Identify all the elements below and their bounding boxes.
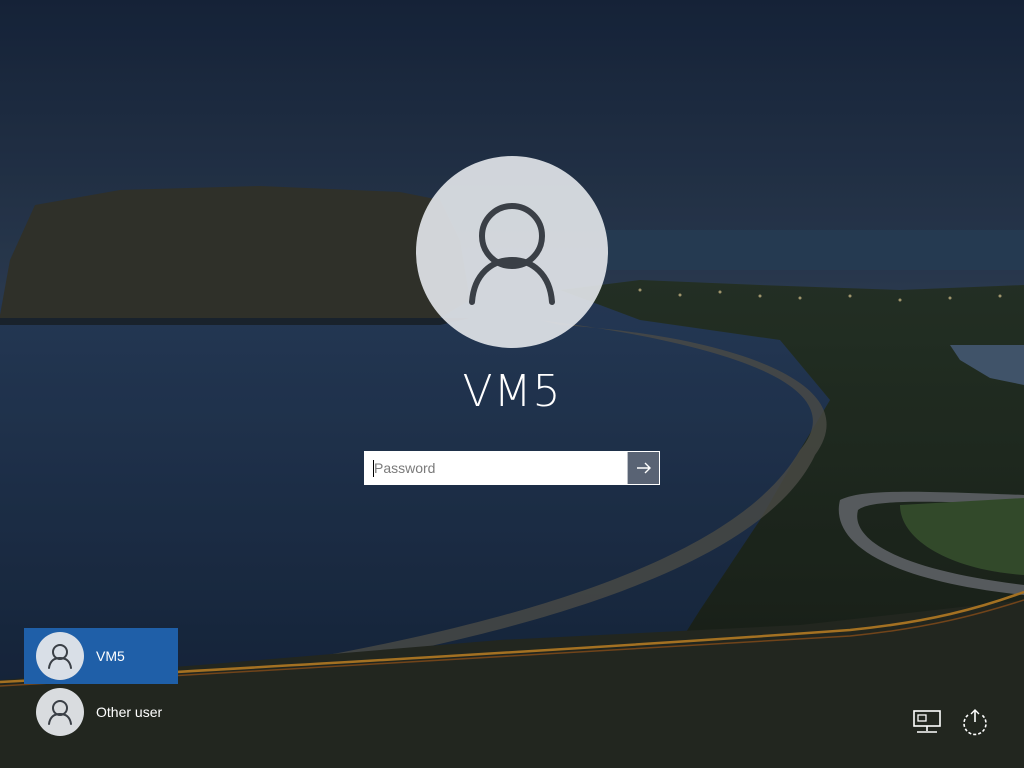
password-field-container — [364, 451, 660, 485]
person-icon — [48, 700, 72, 725]
username-label: VM5 — [462, 366, 562, 417]
user-tile-vm5[interactable]: VM5 — [24, 628, 178, 684]
text-caret — [373, 460, 374, 477]
submit-button[interactable] — [627, 452, 659, 484]
user-avatar — [36, 632, 84, 680]
network-icon[interactable] — [911, 708, 945, 738]
user-tile-label: Other user — [96, 704, 163, 720]
person-icon — [48, 644, 72, 669]
user-avatar-large — [416, 156, 608, 348]
person-icon — [469, 203, 555, 305]
user-avatar — [36, 688, 84, 736]
user-tile-label: VM5 — [96, 648, 125, 664]
password-input[interactable] — [365, 452, 627, 484]
user-tile-other-user[interactable]: Other user — [24, 684, 178, 740]
arrow-right-icon — [637, 462, 651, 474]
power-icon[interactable] — [958, 707, 992, 737]
